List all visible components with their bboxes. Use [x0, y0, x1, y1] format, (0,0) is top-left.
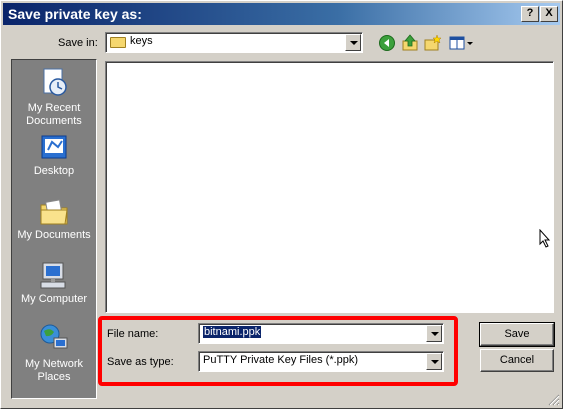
recent-documents-icon [43, 68, 67, 96]
save-button[interactable]: Save [479, 322, 555, 347]
up-folder-icon[interactable] [401, 34, 419, 52]
folder-icon [110, 37, 126, 48]
title-bar[interactable]: Save private key as: ? X [3, 3, 560, 25]
network-places-icon [40, 324, 68, 349]
view-menu-icon[interactable] [448, 34, 476, 52]
place-desktop[interactable]: Desktop [12, 132, 96, 178]
dialog-title: Save private key as: [8, 6, 142, 22]
save-dialog: Save private key as: ? X Save in: keys M… [0, 0, 563, 409]
place-my-recent-documents[interactable]: My Recent Documents [12, 66, 96, 128]
new-folder-icon[interactable] [424, 34, 442, 52]
resize-grip-icon[interactable] [548, 394, 560, 406]
place-my-network-places[interactable]: My Network Places [12, 322, 96, 384]
chevron-down-icon[interactable] [345, 34, 361, 51]
my-documents-icon [40, 199, 68, 225]
save-in-value: keys [130, 35, 153, 47]
place-label: My Network Places [24, 358, 84, 383]
mouse-cursor-icon [539, 229, 551, 248]
save-in-label: Save in: [58, 37, 98, 49]
help-button[interactable]: ? [521, 6, 539, 22]
close-button[interactable]: X [540, 6, 558, 22]
place-label: Desktop [33, 165, 75, 177]
place-label: My Recent Documents [26, 102, 82, 127]
desktop-icon [41, 135, 67, 159]
places-bar: My Recent Documents Desktop My Documents [11, 59, 97, 399]
cancel-button[interactable]: Cancel [480, 349, 554, 372]
place-label: My Computer [20, 293, 88, 305]
place-my-documents[interactable]: My Documents [12, 196, 96, 242]
my-computer-icon [40, 262, 66, 289]
red-highlight-box [98, 316, 458, 386]
save-in-dropdown[interactable]: keys [105, 32, 363, 53]
place-my-computer[interactable]: My Computer [12, 260, 96, 306]
back-icon[interactable] [378, 34, 396, 52]
place-label: My Documents [17, 229, 91, 241]
file-list[interactable] [105, 61, 554, 313]
